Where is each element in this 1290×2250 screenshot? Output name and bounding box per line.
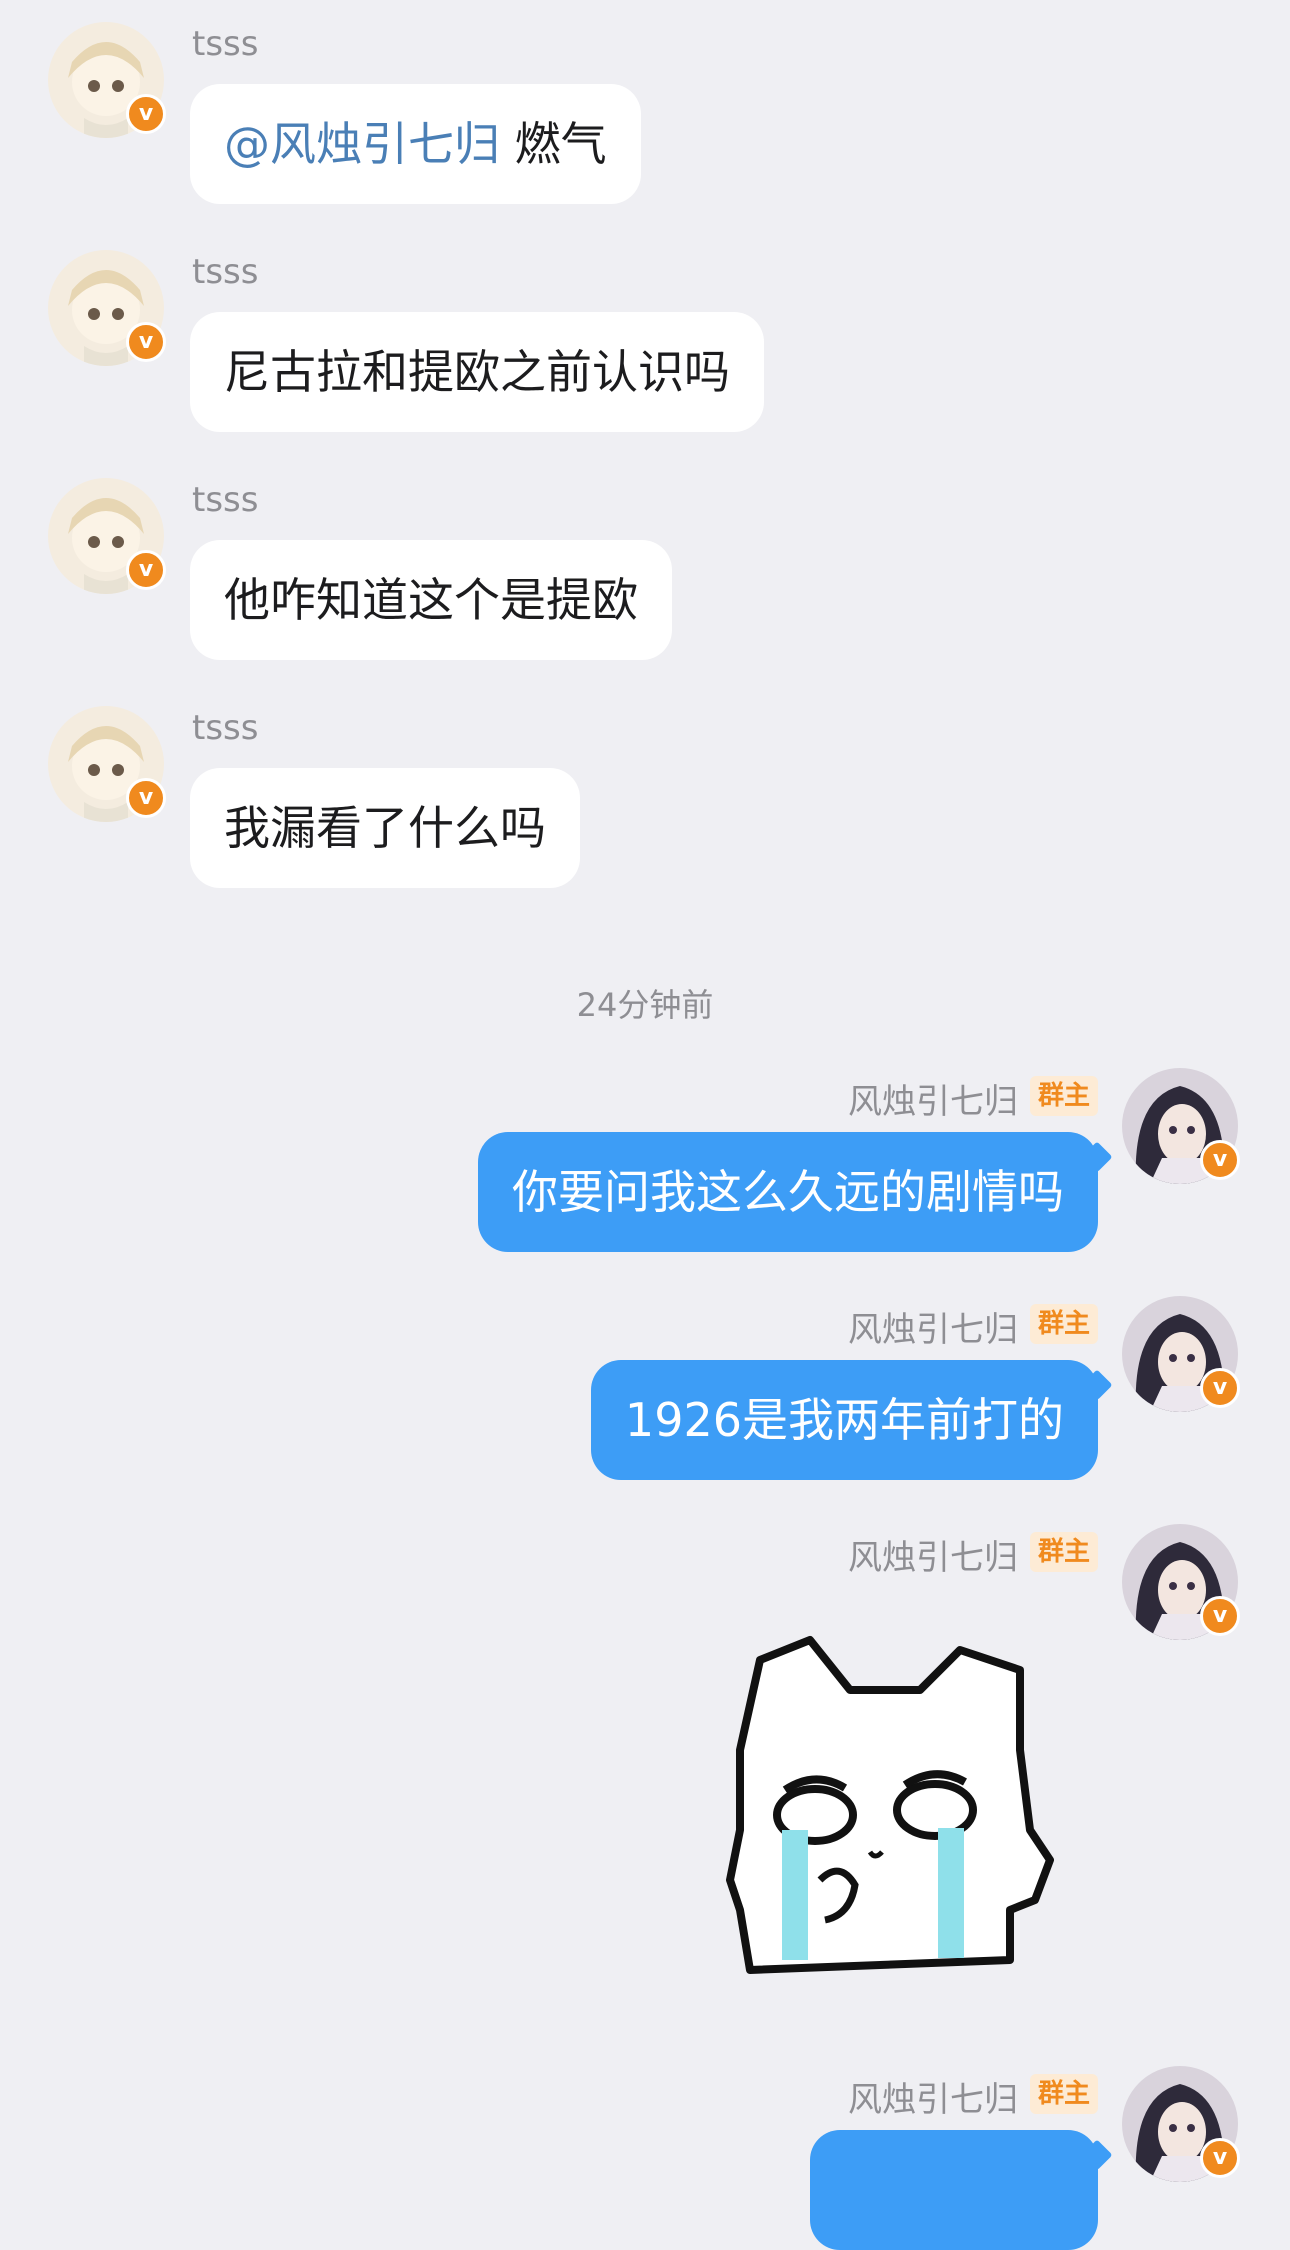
- message-text: 1926是我两年前打的: [624, 1393, 1064, 1447]
- message-bubble[interactable]: 尼古拉和提欧之前认识吗: [190, 312, 764, 432]
- message-bubble[interactable]: 我漏看了什么吗: [190, 768, 580, 888]
- verified-badge-icon: v: [1200, 1368, 1240, 1408]
- sender-name: tsss: [192, 252, 259, 292]
- avatar[interactable]: v: [48, 22, 166, 138]
- avatar[interactable]: v: [48, 706, 166, 822]
- message-text: 我漏看了什么吗: [224, 801, 546, 855]
- bubble-tail: [1081, 1369, 1113, 1401]
- avatar[interactable]: v: [1122, 1296, 1240, 1412]
- message-text: 燃气: [514, 117, 607, 171]
- message-text: 你要问我这么久远的剧情吗: [512, 1165, 1064, 1219]
- role-badge: 群主: [1029, 2074, 1098, 2114]
- avatar[interactable]: v: [48, 478, 166, 594]
- message-bubble[interactable]: @风烛引七归 燃气: [190, 84, 641, 204]
- avatar[interactable]: v: [48, 250, 166, 366]
- sender-name: 风烛引七归: [848, 1082, 1018, 1122]
- crying-cat-sticker[interactable]: [720, 1630, 1060, 1980]
- timestamp-divider: 24分钟前: [576, 986, 714, 1024]
- message-text: 他咋知道这个是提欧: [224, 573, 638, 627]
- verified-badge-icon: v: [1200, 2138, 1240, 2178]
- message-bubble[interactable]: 1926是我两年前打的: [590, 1360, 1113, 1480]
- verified-badge-icon: v: [1200, 1596, 1240, 1636]
- message-text: 尼古拉和提欧之前认识吗: [224, 345, 730, 399]
- sender-name: tsss: [192, 480, 259, 520]
- verified-badge-icon: v: [126, 778, 166, 818]
- sender-name: 风烛引七归: [848, 2080, 1018, 2120]
- message-bubble[interactable]: 他咋知道这个是提欧: [190, 540, 672, 660]
- verified-badge-icon: v: [126, 550, 166, 590]
- role-badge: 群主: [1029, 1532, 1098, 1572]
- bubble-tail: [1081, 2139, 1113, 2171]
- verified-badge-icon: v: [126, 94, 166, 134]
- role-badge: 群主: [1029, 1076, 1098, 1116]
- avatar[interactable]: v: [1122, 1524, 1240, 1640]
- avatar[interactable]: v: [1122, 1068, 1240, 1184]
- message-bubble[interactable]: 你要问我这么久远的剧情吗: [478, 1132, 1113, 1252]
- verified-badge-icon: v: [126, 322, 166, 362]
- message-bubble[interactable]: [810, 2130, 1113, 2250]
- role-badge: 群主: [1029, 1304, 1098, 1344]
- verified-badge-icon: v: [1200, 1140, 1240, 1180]
- sender-name: 风烛引七归: [848, 1538, 1018, 1578]
- bubble-tail: [1081, 1141, 1113, 1173]
- avatar[interactable]: v: [1122, 2066, 1240, 2182]
- mention-link[interactable]: @风烛引七归: [224, 117, 500, 171]
- sender-name: 风烛引七归: [848, 1310, 1018, 1350]
- sender-name: tsss: [192, 24, 259, 64]
- sender-name: tsss: [192, 708, 259, 748]
